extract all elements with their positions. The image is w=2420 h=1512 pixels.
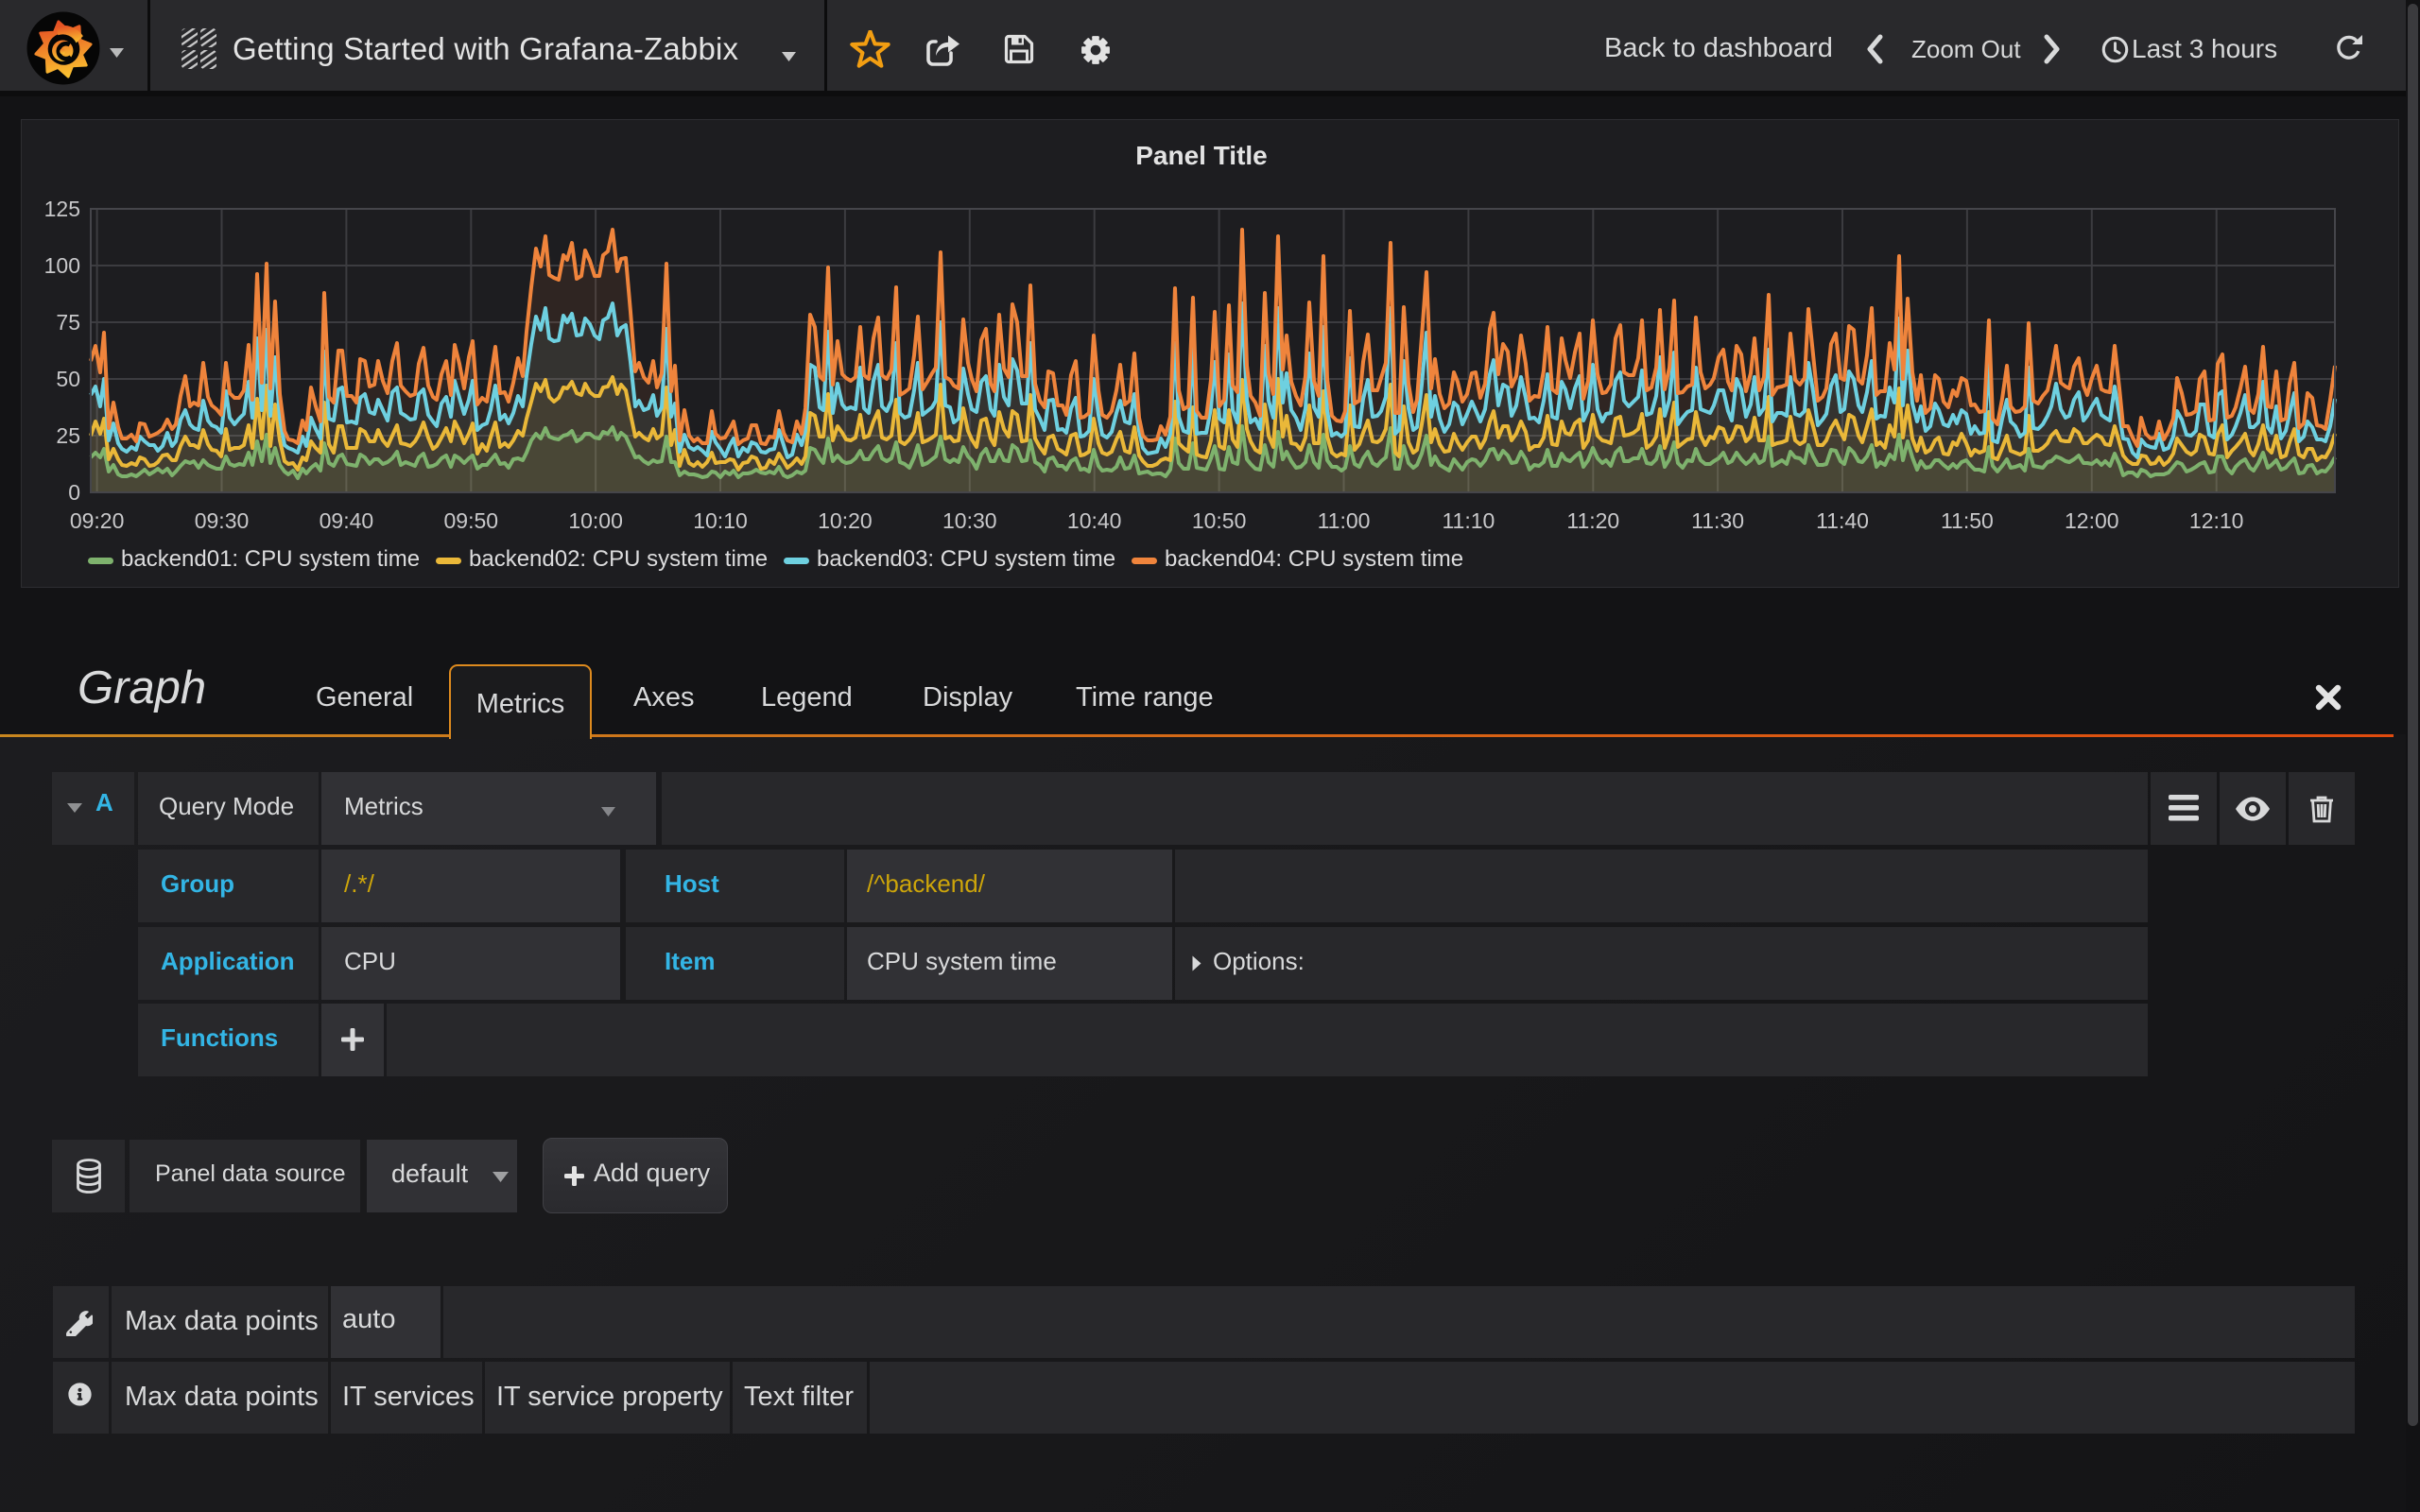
svg-text:11:10: 11:10 (1442, 508, 1495, 533)
svg-text:10:10: 10:10 (693, 508, 748, 533)
svg-text:09:50: 09:50 (444, 508, 499, 533)
svg-text:10:00: 10:00 (568, 508, 623, 533)
svg-text:75: 75 (56, 310, 80, 335)
svg-text:0: 0 (68, 480, 80, 505)
svg-text:10:20: 10:20 (818, 508, 873, 533)
svg-text:25: 25 (56, 423, 80, 448)
svg-text:100: 100 (44, 253, 80, 278)
svg-text:11:20: 11:20 (1566, 508, 1619, 533)
svg-text:09:20: 09:20 (70, 508, 125, 533)
svg-text:10:40: 10:40 (1067, 508, 1122, 533)
svg-text:11:00: 11:00 (1318, 508, 1371, 533)
svg-text:11:30: 11:30 (1691, 508, 1744, 533)
svg-text:09:30: 09:30 (195, 508, 250, 533)
svg-text:10:50: 10:50 (1192, 508, 1247, 533)
svg-text:11:40: 11:40 (1816, 508, 1869, 533)
svg-text:12:00: 12:00 (2065, 508, 2119, 533)
svg-text:12:10: 12:10 (2189, 508, 2244, 533)
svg-text:11:50: 11:50 (1941, 508, 1994, 533)
svg-text:125: 125 (44, 197, 80, 221)
svg-text:50: 50 (56, 367, 80, 391)
svg-text:10:30: 10:30 (942, 508, 997, 533)
svg-text:09:40: 09:40 (320, 508, 374, 533)
